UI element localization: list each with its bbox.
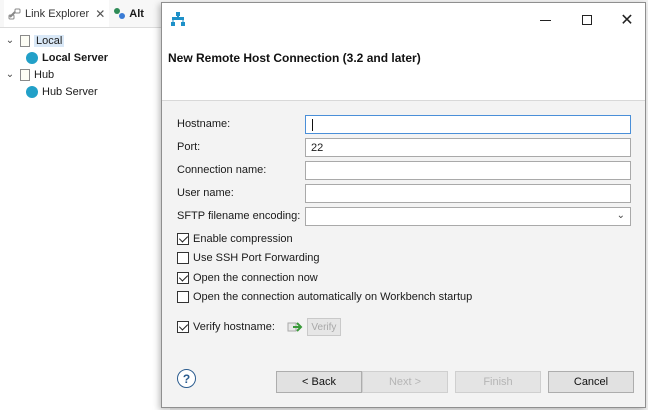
folder-icon — [20, 34, 30, 47]
port-label: Port: — [177, 141, 201, 153]
next-button[interactable]: Next > — [362, 371, 448, 393]
user-name-field[interactable] — [305, 184, 631, 203]
view-icon — [114, 8, 126, 19]
network-icon — [171, 12, 185, 26]
ssh-port-forwarding-checkbox[interactable]: Use SSH Port Forwarding — [177, 250, 320, 266]
back-button[interactable]: < Back — [276, 371, 362, 393]
verify-button[interactable]: Verify — [306, 318, 341, 336]
finish-button[interactable]: Finish — [455, 371, 541, 393]
connection-form: Hostname: Port: Connection name: User na… — [162, 101, 645, 351]
chevron-down-icon: ⌄ — [616, 210, 625, 221]
tab-link-explorer-label: Link Explorer — [25, 7, 90, 20]
tree-item-label: Hub — [34, 68, 55, 81]
enable-compression-checkbox[interactable]: Enable compression — [177, 231, 293, 247]
user-name-label: User name: — [177, 187, 234, 199]
tab-second-view[interactable]: Alt — [109, 0, 148, 27]
tree-item-label: Hub Server — [42, 85, 98, 98]
server-icon — [26, 85, 38, 98]
close-icon[interactable]: ✕ — [95, 7, 105, 21]
verify-hostname-checkbox[interactable] — [177, 321, 189, 333]
hostname-field[interactable] — [305, 115, 631, 134]
connection-name-field[interactable] — [305, 161, 631, 180]
hostname-label: Hostname: — [177, 118, 231, 130]
link-icon — [8, 8, 21, 19]
close-button[interactable]: ✕ — [607, 3, 647, 37]
cancel-button[interactable]: Cancel — [548, 371, 634, 393]
minimize-button[interactable] — [525, 3, 565, 37]
tab-second-label: Alt — [129, 7, 144, 20]
checkbox-unchecked[interactable] — [177, 252, 189, 264]
folder-icon — [20, 68, 30, 81]
minimize-icon — [539, 19, 551, 21]
enable-compression-label: Enable compression — [193, 233, 293, 245]
tree-item-label: Local — [34, 34, 65, 47]
explorer-tree: ⌄ Local Local Server ⌄ Hub Hub Server — [0, 28, 170, 100]
tree-item-local[interactable]: ⌄ Local — [4, 32, 170, 49]
checkbox-checked[interactable] — [177, 272, 189, 284]
dialog-titlebar[interactable]: ✕ — [162, 3, 645, 37]
open-on-startup-checkbox[interactable]: Open the connection automatically on Wor… — [177, 289, 472, 305]
port-field[interactable] — [305, 138, 631, 157]
tree-item-hub[interactable]: ⌄ Hub — [4, 66, 170, 83]
checkbox-unchecked[interactable] — [177, 291, 189, 303]
dialog-heading: New Remote Host Connection (3.2 and late… — [168, 51, 421, 65]
verify-hostname-label: Verify hostname: — [193, 321, 275, 333]
verify-hostname-row: Verify hostname: Verify — [177, 317, 341, 337]
checkbox-checked[interactable] — [177, 233, 189, 245]
text-caret — [312, 119, 313, 131]
close-icon: ✕ — [620, 12, 634, 29]
sftp-encoding-dropdown[interactable]: ⌄ — [305, 207, 631, 226]
sftp-encoding-label: SFTP filename encoding: — [177, 210, 301, 222]
arrow-right-icon — [287, 322, 303, 332]
tab-link-explorer[interactable]: Link Explorer ✕ — [4, 0, 110, 27]
open-connection-now-label: Open the connection now — [193, 272, 318, 284]
maximize-icon — [582, 15, 592, 25]
tree-item-label: Local Server — [42, 51, 109, 64]
link-explorer-panel: Link Explorer ✕ Alt ⌄ Local Local Server… — [0, 0, 170, 410]
ssh-port-forwarding-label: Use SSH Port Forwarding — [193, 252, 320, 264]
tree-item-local-server[interactable]: Local Server — [4, 49, 170, 66]
chevron-down-icon[interactable]: ⌄ — [4, 35, 16, 46]
open-on-startup-label: Open the connection automatically on Wor… — [193, 291, 473, 303]
maximize-button[interactable] — [567, 3, 607, 37]
help-icon[interactable]: ? — [177, 369, 196, 388]
chevron-down-icon[interactable]: ⌄ — [4, 69, 16, 80]
server-icon — [26, 51, 38, 64]
tree-item-hub-server[interactable]: Hub Server — [4, 83, 170, 100]
connection-name-label: Connection name: — [177, 164, 267, 176]
open-connection-now-checkbox[interactable]: Open the connection now — [177, 270, 318, 286]
dialog-header: New Remote Host Connection (3.2 and late… — [162, 37, 645, 101]
explorer-tab-bar: Link Explorer ✕ Alt — [0, 0, 170, 28]
dialog-footer: ? < Back Next > Finish Cancel — [162, 355, 645, 407]
new-remote-host-dialog: ✕ New Remote Host Connection (3.2 and la… — [161, 2, 646, 408]
